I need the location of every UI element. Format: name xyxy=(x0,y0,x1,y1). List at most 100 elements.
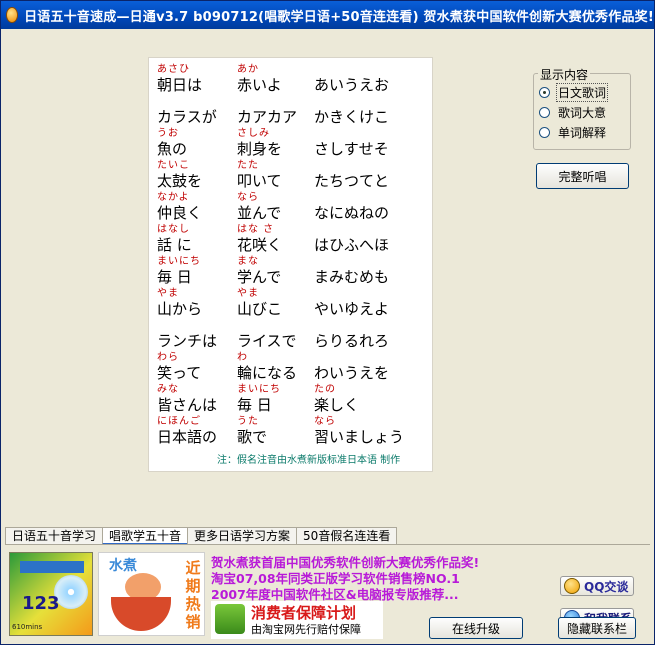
qq-chat-button[interactable]: QQ交谈 xyxy=(560,576,634,596)
furigana: まな xyxy=(237,256,259,267)
lyric-text: 学んで xyxy=(237,268,282,286)
consumer-guarantee-banner[interactable]: 消费者保障计划 由淘宝网先行赔付保障 xyxy=(211,601,383,639)
lyric-line: やま 山から やま 山びこ やいゆえよ xyxy=(149,288,432,320)
tab-kana-matching[interactable]: 50音假名连连看 xyxy=(296,527,398,545)
radio-word-explanation[interactable]: 单词解释 xyxy=(539,123,608,142)
lyric-line: はなし 話 に はな さ 花咲く はひふへほ xyxy=(149,224,432,256)
guarantee-title: 消费者保障计划 xyxy=(251,604,357,622)
lyric-text: 歌で xyxy=(237,428,268,446)
hide-contact-bar-button[interactable]: 隐藏联系栏 xyxy=(558,617,636,639)
lyric-text: たちつてと xyxy=(314,172,390,190)
radio-lyrics-meaning[interactable]: 歌词大意 xyxy=(539,103,608,122)
furigana: なら xyxy=(314,416,336,427)
furigana: うお xyxy=(157,128,179,139)
lyric-line: まいにち 毎 日 まな 学んで まみむめも xyxy=(149,256,432,288)
furigana xyxy=(314,352,389,364)
lyric-phrase: あいうえお xyxy=(314,64,389,94)
lyric-text: 山びこ xyxy=(237,300,283,318)
furigana xyxy=(314,288,389,300)
lyric-text: 楽しく xyxy=(314,396,360,414)
lyric-phrase: らりるれろ xyxy=(314,320,389,350)
lyric-phrase: まいにち 毎 日 xyxy=(157,256,201,286)
online-upgrade-button[interactable]: 在线升级 xyxy=(429,617,523,639)
lyric-text: 話 に xyxy=(157,236,192,254)
lyric-line: たいこ 太鼓を たた 叩いて たちつてと xyxy=(149,160,432,192)
lyric-line: カラスが カアカア かきくけこ xyxy=(149,96,432,128)
furigana xyxy=(314,256,389,268)
radio-dot[interactable] xyxy=(539,107,550,118)
radio-japanese-lyrics[interactable]: 日文歌词 xyxy=(539,83,609,102)
app-icon[interactable] xyxy=(6,7,19,23)
furigana: まいにち xyxy=(157,256,201,267)
display-options-title: 显示内容 xyxy=(538,66,591,83)
lyric-phrase: ランチは xyxy=(157,320,217,350)
lyric-phrase: まな 学んで xyxy=(237,256,281,286)
lyric-phrase: あか 赤いよ xyxy=(237,64,282,94)
lyric-text: 赤いよ xyxy=(237,76,282,94)
lyric-text: ランチは xyxy=(157,332,218,350)
lyric-phrase: にほんご 日本語の xyxy=(157,416,217,446)
lyric-text: 習いましょう xyxy=(314,428,405,446)
lyric-text: はひふへほ xyxy=(314,236,390,254)
furigana: たた xyxy=(237,160,259,171)
full-listen-button[interactable]: 完整听唱 xyxy=(536,163,629,189)
furigana xyxy=(237,96,297,108)
furigana: あか xyxy=(237,64,259,75)
lyric-text: なにぬねの xyxy=(314,204,390,222)
furigana xyxy=(314,128,389,140)
lyric-phrase: たいこ 太鼓を xyxy=(157,160,202,190)
lyric-phrase: みな 皆さんは xyxy=(157,384,217,414)
lyric-phrase: わら 笑って xyxy=(157,352,201,382)
shield-icon xyxy=(215,604,245,634)
book-caption: 610mins xyxy=(12,623,43,631)
radio-dot[interactable] xyxy=(539,87,550,98)
lyric-phrase: わ輪になる xyxy=(237,352,297,382)
title-bar[interactable]: 日语五十音速成—日通v3.7 b090712(唱歌学日语+50音连连看) 贺水煮… xyxy=(1,1,654,29)
lyric-text: 魚の xyxy=(157,140,188,158)
cartoon-brand: 水煮 xyxy=(109,558,137,574)
lyric-phrase: うた 歌で xyxy=(237,416,267,446)
furigana: たの xyxy=(314,384,336,395)
bowl-icon xyxy=(111,597,171,631)
furigana: なら xyxy=(237,192,259,203)
furigana: やま xyxy=(157,288,179,299)
lyric-phrase: たちつてと xyxy=(314,160,389,190)
tab-sing-kana[interactable]: 唱歌学五十音 xyxy=(102,527,189,545)
lyric-text: 並んで xyxy=(237,204,282,222)
furigana xyxy=(314,96,389,108)
lyrics-panel: 注：假名注音由水煮新版标准日本语 制作 あさひ 朝日は あか 赤いよ あいうえお カラスが… xyxy=(148,57,433,472)
lyric-phrase: はなし 話 に xyxy=(157,224,192,254)
lyric-line: ランチは ライスで らりるれろ xyxy=(149,320,432,352)
furigana: あさひ xyxy=(157,64,190,75)
tab-strip: 日语五十音学习 唱歌学五十音 更多日语学习方案 50音假名连连看 xyxy=(5,527,398,545)
tab-more-plans[interactable]: 更多日语学习方案 xyxy=(187,527,298,545)
main-window: 日语五十音速成—日通v3.7 b090712(唱歌学日语+50音连连看) 贺水煮… xyxy=(0,0,655,645)
window-title: 日语五十音速成—日通v3.7 b090712(唱歌学日语+50音连连看) 贺水煮… xyxy=(24,9,654,25)
furigana: はな さ xyxy=(237,224,275,235)
lyric-text: 毎 日 xyxy=(237,396,272,414)
lyric-text: ライスで xyxy=(237,332,297,350)
lyric-phrase: やま 山びこ xyxy=(237,288,282,318)
lyric-phrase: やいゆえよ xyxy=(314,288,389,318)
book-number: 123 xyxy=(22,593,60,614)
lyric-phrase: はひふへほ xyxy=(314,224,389,254)
guarantee-subtitle: 由淘宝网先行赔付保障 xyxy=(251,623,361,636)
lyric-phrase: うお 魚の xyxy=(157,128,187,158)
lyric-text: まみむめも xyxy=(314,268,390,286)
furigana xyxy=(314,224,389,236)
lyric-line: あさひ 朝日は あか 赤いよ あいうえお xyxy=(149,64,432,96)
book-cover-image[interactable]: 123 610mins xyxy=(9,552,93,636)
furigana: さしみ xyxy=(237,128,270,139)
furigana: みな xyxy=(157,384,179,395)
lyric-phrase: まいにち 毎 日 xyxy=(237,384,281,414)
lyric-line: うお 魚の さしみ 刺身を さしすせそ xyxy=(149,128,432,160)
furigana: やま xyxy=(237,288,259,299)
lyric-phrase: カラスが xyxy=(157,96,217,126)
radio-dot[interactable] xyxy=(539,127,550,138)
tab-kana-learning[interactable]: 日语五十音学习 xyxy=(5,527,104,545)
lyric-phrase: たた 叩いて xyxy=(237,160,282,190)
lyric-text: 皆さんは xyxy=(157,396,218,414)
cartoon-ad-image[interactable]: 水煮 近期热销 xyxy=(98,552,205,636)
lyric-text: わいうえを xyxy=(314,364,390,382)
qq-penguin-icon xyxy=(564,578,580,594)
